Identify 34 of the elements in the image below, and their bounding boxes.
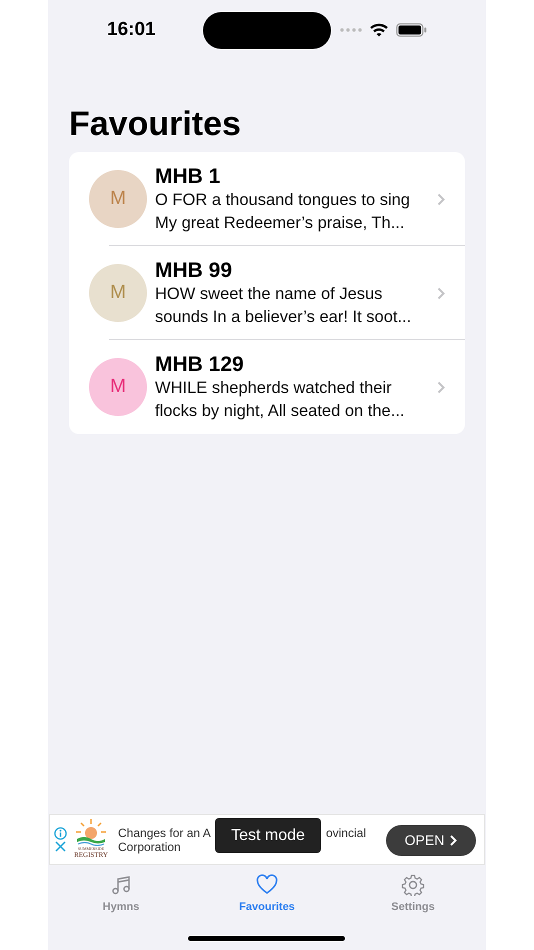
hymn-excerpt: sounds In a believer’s ear! It soot... — [155, 307, 412, 328]
open-button[interactable]: OPEN — [386, 825, 476, 856]
page-title: Favourites — [69, 104, 242, 144]
avatar: M — [89, 170, 147, 228]
chevron-icon — [437, 286, 445, 300]
heart-icon — [255, 874, 279, 896]
settings-icon — [401, 874, 425, 896]
hymn-title: MHB 129 — [155, 352, 245, 377]
test-mode-toast: Test mode — [215, 818, 321, 853]
wifi-icon — [370, 23, 388, 37]
ad-text: Corporation — [118, 840, 182, 854]
sun-logo-icon — [74, 818, 108, 846]
close-icon[interactable] — [54, 841, 66, 852]
chevron-icon — [450, 835, 458, 846]
hymn-excerpt: O FOR a thousand tongues to sing — [155, 190, 411, 211]
hymn-excerpt: flocks by night, All seated on the... — [155, 401, 406, 422]
hymn-excerpt: HOW sweet the name of Jesus — [155, 284, 384, 305]
hymn-title: MHB 1 — [155, 164, 222, 189]
hymn-excerpt: WHILE shepherds watched their — [155, 378, 393, 399]
signal-icon — [340, 28, 362, 32]
hymn-row[interactable]: M MHB 1 O FOR a thousand tongues to sing My great Redeemer’s praise, Th... — [69, 152, 465, 246]
ad-text: Changes for an A — [118, 826, 211, 840]
status-time: 16:01 — [107, 18, 156, 42]
hymn-excerpt: My great Redeemer’s praise, Th... — [155, 213, 406, 234]
hymn-title: MHB 99 — [155, 258, 234, 283]
avatar: M — [89, 358, 147, 416]
avatar: M — [89, 264, 147, 322]
hymn-row[interactable]: M MHB 99 HOW sweet the name of Jesus sounds In a believer’s ear! It soot... — [69, 246, 465, 340]
chevron-icon — [437, 192, 445, 206]
hymn-row[interactable]: M MHB 129 WHILE shepherds watched their flocks by night, All seated on the... — [69, 340, 465, 434]
info-icon[interactable] — [54, 827, 66, 840]
ad-text: ovincial — [326, 826, 366, 840]
chevron-icon — [437, 380, 445, 394]
battery-icon — [396, 23, 427, 37]
